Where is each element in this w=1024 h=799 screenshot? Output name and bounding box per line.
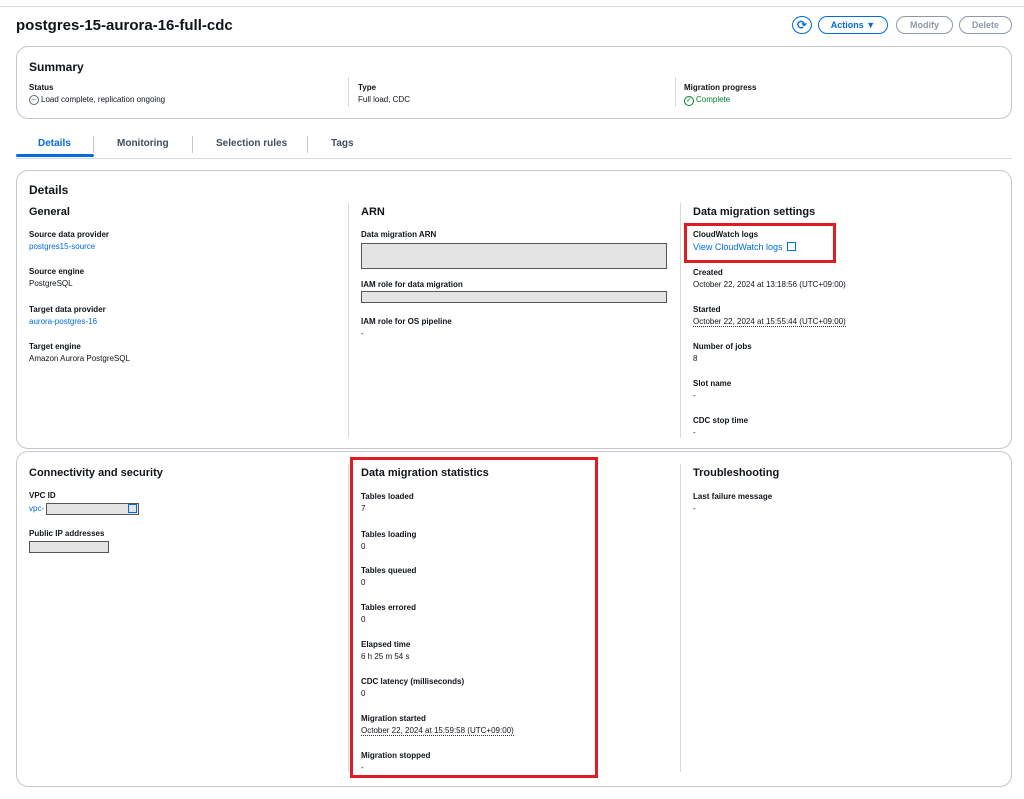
public-ip-label: Public IP addresses [29,529,105,538]
tab-separator [93,136,94,153]
target-engine-value: Amazon Aurora PostgreSQL [29,354,130,363]
summary-card: Summary Status – Load complete, replicati… [16,46,1012,119]
general-heading: General [29,206,70,218]
migration-arn-redacted [361,243,667,269]
progress-label: Migration progress [684,83,757,92]
tab-details[interactable]: Details [38,138,71,149]
type-value: Full load, CDC [358,95,411,104]
status-text: Load complete, replication ongoing [41,95,166,104]
page-title: postgres-15-aurora-16-full-cdc [16,17,233,34]
target-provider-label: Target data provider [29,305,106,314]
delete-button[interactable]: Delete [959,16,1012,34]
started-value[interactable]: October 22, 2024 at 15:55:44 (UTC+09:00) [693,317,846,327]
cdc-stop-value: - [693,428,696,437]
summary-divider-2 [675,77,676,107]
summary-divider-1 [348,77,349,107]
external-link-icon[interactable] [128,504,137,513]
source-provider-label: Source data provider [29,230,110,239]
minus-circle-icon: – [29,95,39,105]
jobs-value: 8 [693,354,698,363]
created-value: October 22, 2024 at 13:18:56 (UTC+09:00) [693,280,846,289]
migration-arn-label: Data migration ARN [361,230,437,239]
status-label: Status [29,83,54,92]
connectivity-divider-1 [348,464,349,772]
tabs-underline [16,158,1012,159]
iam-role-redacted [361,291,667,303]
tab-selection-rules[interactable]: Selection rules [216,138,287,149]
check-circle-icon: ✓ [684,96,694,106]
slot-value: - [693,391,696,400]
public-ip-redacted [29,541,109,553]
active-tab-indicator [16,154,94,157]
arn-heading: ARN [361,206,385,218]
last-failure-label: Last failure message [693,492,773,501]
progress-text: Complete [696,95,731,104]
target-provider-link[interactable]: aurora-postgres-16 [29,317,97,326]
tab-separator [192,136,193,153]
source-provider-link[interactable]: postgres15-source [29,242,95,251]
cdc-stop-label: CDC stop time [693,416,749,425]
target-engine-label: Target engine [29,342,81,351]
source-engine-value: PostgreSQL [29,279,73,288]
tab-separator [307,136,308,153]
connectivity-divider-2 [680,464,681,772]
connectivity-heading: Connectivity and security [29,467,163,479]
tab-monitoring[interactable]: Monitoring [117,138,169,149]
iam-os-value: - [361,329,364,338]
status-value: – Load complete, replication ongoing [29,95,165,105]
refresh-button[interactable]: ⟳ [792,16,812,34]
cloudwatch-highlight [684,223,836,263]
actions-button[interactable]: Actions ▼ [818,16,888,34]
details-heading: Details [29,183,69,197]
tab-tags[interactable]: Tags [331,138,354,149]
details-card: Details General Source data provider pos… [16,170,1012,449]
created-label: Created [693,268,723,277]
summary-heading: Summary [29,60,84,74]
top-divider [0,6,1024,7]
refresh-icon: ⟳ [796,18,808,32]
started-label: Started [693,305,721,314]
details-divider-2 [680,203,681,438]
slot-label: Slot name [693,379,732,388]
vpc-id-redacted [46,503,139,515]
vpc-id-link[interactable]: vpc- [29,504,44,513]
details-divider-1 [348,203,349,438]
settings-heading: Data migration settings [693,206,816,218]
source-engine-label: Source engine [29,267,85,276]
iam-role-label: IAM role for data migration [361,280,463,289]
type-label: Type [358,83,377,92]
troubleshooting-heading: Troubleshooting [693,467,780,479]
statistics-highlight [350,457,598,778]
progress-value: ✓ Complete [684,95,730,106]
jobs-label: Number of jobs [693,342,752,351]
last-failure-value: - [693,504,696,513]
iam-os-label: IAM role for OS pipeline [361,317,452,326]
vpc-id-label: VPC ID [29,491,56,500]
modify-button[interactable]: Modify [896,16,953,34]
